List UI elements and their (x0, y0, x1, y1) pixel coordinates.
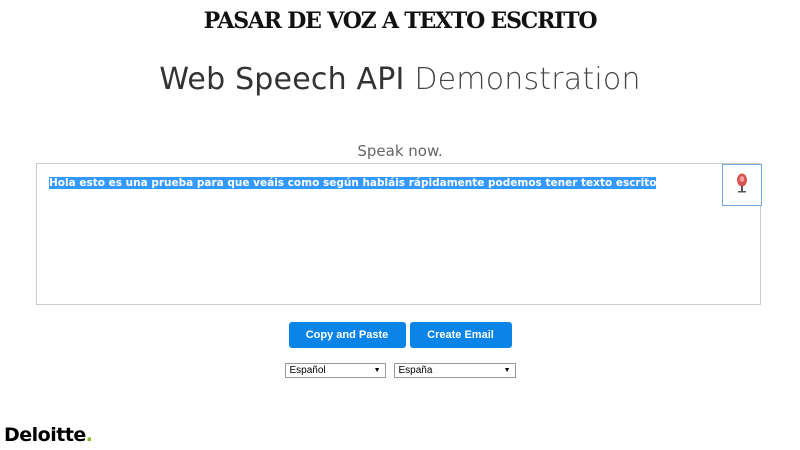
page-title-light: Demonstration (414, 62, 641, 97)
page-title: Web Speech API Demonstration (0, 62, 800, 97)
status-text: Speak now. (357, 142, 443, 160)
page-title-main: Web Speech API (159, 62, 405, 97)
transcript-text[interactable]: Hola esto es una prueba para que veáis c… (49, 176, 709, 190)
dialect-select[interactable]: España ▼ (393, 363, 516, 378)
language-selects: Español ▼ España ▼ (0, 363, 800, 378)
logo-text: Deloitte (4, 424, 86, 446)
copy-and-paste-button[interactable]: Copy and Paste (288, 322, 406, 348)
top-banner: PASAR DE VOZ A TEXTO ESCRITO (203, 8, 598, 34)
language-select-value: Español (289, 365, 326, 376)
deloitte-logo: Deloitte. (4, 424, 93, 446)
transcript-highlight: Hola esto es una prueba para que veáis c… (49, 177, 657, 189)
microphone-icon (735, 173, 749, 198)
chevron-down-icon: ▼ (503, 367, 511, 374)
language-select[interactable]: Español ▼ (284, 363, 386, 378)
dialect-select-value: España (398, 365, 433, 376)
start-button[interactable] (722, 164, 762, 206)
action-buttons: Copy and Paste Create Email (0, 322, 800, 348)
results-box[interactable]: Hola esto es una prueba para que veáis c… (36, 163, 762, 305)
create-email-button[interactable]: Create Email (409, 322, 512, 348)
logo-dot: . (85, 424, 93, 446)
chevron-down-icon: ▼ (373, 367, 381, 374)
